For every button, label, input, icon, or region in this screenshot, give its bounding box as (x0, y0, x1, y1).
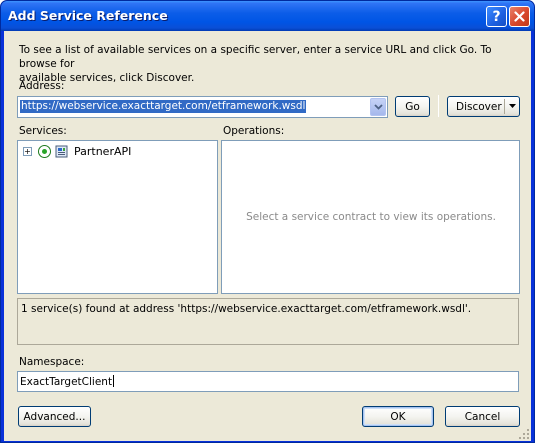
toolbar-separator (438, 95, 439, 117)
ok-button[interactable]: OK (362, 406, 434, 427)
address-combobox[interactable]: https://webservice.exacttarget.com/etfra… (17, 96, 388, 118)
intro-line-2: available services, click Discover. (19, 72, 195, 84)
expand-icon[interactable]: + (23, 147, 32, 156)
services-label: Services: (19, 125, 67, 137)
help-icon: ? (492, 8, 501, 25)
discover-dropdown-icon[interactable] (509, 104, 516, 109)
operations-list[interactable]: Select a service contract to view its op… (221, 140, 520, 294)
resize-grip-icon[interactable] (518, 428, 530, 440)
status-panel: 1 service(s) found at address 'https://w… (17, 298, 519, 345)
chevron-down-icon (373, 104, 383, 110)
go-button[interactable]: Go (395, 96, 430, 117)
dialog-body: To see a list of available services on a… (4, 31, 531, 441)
address-label: Address: (19, 80, 65, 92)
address-input[interactable]: https://webservice.exacttarget.com/etfra… (20, 100, 307, 113)
tree-item-partnerapi[interactable]: + PartnerAPI (23, 145, 131, 158)
intro-line-1: To see a list of available services on a… (19, 44, 492, 70)
namespace-field[interactable]: ExactTargetClient (17, 371, 519, 392)
add-service-reference-dialog: Add Service Reference ? To see a list of… (0, 0, 535, 443)
project-icon (55, 145, 68, 158)
split-divider (504, 99, 505, 114)
close-button[interactable] (509, 6, 530, 27)
help-button[interactable]: ? (486, 6, 507, 27)
discover-button[interactable]: Discover (447, 96, 520, 117)
namespace-label: Namespace: (19, 356, 85, 368)
namespace-value: ExactTargetClient (20, 376, 113, 388)
address-dropdown-button[interactable] (370, 98, 386, 116)
dialog-title: Add Service Reference (8, 8, 168, 23)
service-icon (38, 145, 51, 158)
advanced-button[interactable]: Advanced... (18, 406, 91, 427)
status-message: 1 service(s) found at address 'https://w… (21, 303, 472, 315)
intro-text: To see a list of available services on a… (19, 43, 519, 85)
close-icon (514, 11, 525, 22)
discover-label: Discover (456, 100, 502, 113)
operations-label: Operations: (223, 125, 285, 137)
services-tree[interactable]: + PartnerAPI (17, 140, 218, 294)
text-caret (113, 375, 115, 387)
cancel-button[interactable]: Cancel (445, 406, 520, 427)
title-bar[interactable]: Add Service Reference ? (1, 1, 534, 31)
operations-placeholder: Select a service contract to view its op… (246, 211, 496, 223)
namespace-input[interactable]: ExactTargetClient (20, 375, 115, 388)
tree-item-label: PartnerAPI (74, 145, 132, 158)
